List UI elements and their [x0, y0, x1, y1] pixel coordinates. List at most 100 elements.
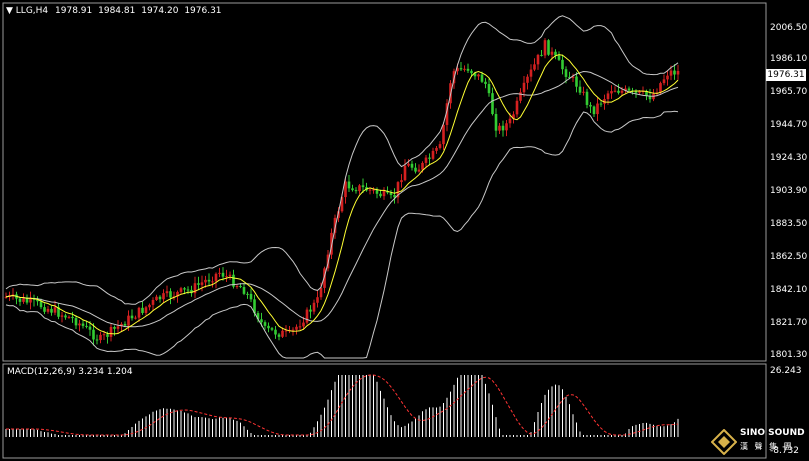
- macd-indicator-label[interactable]: MACD(12,26,9) 3.234 1.204: [7, 367, 133, 377]
- candlestick: [585, 88, 589, 109]
- candlestick: [466, 63, 470, 74]
- candlestick: [64, 313, 67, 320]
- candlestick: [575, 72, 578, 93]
- candlestick: [347, 174, 351, 193]
- candlestick: [529, 64, 533, 82]
- price-tick: 1883.50: [770, 219, 808, 229]
- price-plot[interactable]: [4, 15, 680, 359]
- candlestick: [277, 332, 281, 341]
- candlestick: [543, 38, 547, 59]
- candlestick: [274, 325, 277, 339]
- candlestick: [305, 307, 309, 325]
- candlestick: [109, 323, 113, 342]
- candlestick: [148, 303, 151, 311]
- candlestick: [22, 293, 25, 304]
- candlestick: [242, 282, 246, 296]
- candlestick: [151, 297, 155, 311]
- candlestick: [536, 53, 540, 70]
- candlestick: [218, 267, 221, 278]
- candlestick: [410, 160, 414, 171]
- candlestick: [424, 155, 428, 167]
- candlestick: [193, 276, 197, 299]
- candlestick: [197, 276, 200, 290]
- candlestick: [610, 85, 613, 99]
- price-tick: 1801.30: [770, 350, 808, 360]
- candlestick: [74, 315, 78, 329]
- candlestick: [141, 301, 144, 315]
- candlestick: [155, 294, 158, 301]
- candlestick: [246, 291, 249, 299]
- candlestick: [641, 86, 645, 95]
- candlestick: [463, 65, 466, 72]
- candlestick: [487, 78, 491, 97]
- price-tick: 1903.90: [770, 186, 808, 196]
- chart-frame: [2, 2, 767, 459]
- candlestick: [288, 325, 291, 334]
- candlestick: [589, 102, 592, 114]
- candlestick: [4, 292, 8, 299]
- candlestick: [599, 101, 603, 107]
- candlestick: [459, 61, 463, 71]
- candlestick: [519, 88, 522, 104]
- candlestick: [652, 88, 655, 102]
- candlestick: [298, 319, 302, 331]
- low-value: 1974.20: [141, 6, 179, 16]
- macd-plot[interactable]: [5, 374, 679, 437]
- candlestick: [662, 74, 666, 86]
- high-value: 1984.81: [98, 6, 136, 16]
- candlestick: [382, 187, 386, 200]
- candlestick: [557, 51, 561, 62]
- candlestick: [270, 327, 274, 332]
- symbol-label: LLG,H4: [15, 6, 49, 16]
- candlestick: [36, 296, 39, 306]
- candlestick: [582, 86, 585, 96]
- logo-name: SINO SOUND: [740, 428, 805, 438]
- candlestick: [578, 80, 582, 96]
- price-tick: 1965.70: [770, 87, 808, 97]
- candlestick: [533, 58, 536, 72]
- candlestick: [172, 291, 176, 301]
- candlestick: [372, 187, 375, 194]
- candlestick: [67, 315, 71, 319]
- price-tick: 1821.70: [770, 318, 808, 328]
- candlestick: [414, 163, 417, 174]
- price-tick: 1944.70: [770, 120, 808, 130]
- candlestick: [158, 295, 162, 303]
- candlestick: [358, 184, 361, 195]
- candlestick: [43, 303, 46, 315]
- candlestick: [498, 122, 501, 134]
- candlestick: [95, 334, 99, 345]
- bollinger-lower-line: [5, 110, 679, 359]
- candlestick: [29, 291, 32, 310]
- candlestick: [295, 324, 298, 335]
- candlestick: [438, 141, 442, 150]
- candlestick: [624, 85, 627, 94]
- candlestick: [613, 86, 617, 93]
- candlestick: [207, 273, 211, 286]
- candlestick: [169, 288, 172, 305]
- candlestick: [116, 320, 120, 334]
- candlestick: [666, 70, 669, 86]
- candlestick: [11, 288, 15, 300]
- candlestick: [211, 276, 214, 288]
- candlestick: [386, 186, 389, 195]
- symbol-dropdown[interactable]: ▼ LLG,H4 1978.91 1984.81 1974.20 1976.31: [6, 6, 222, 16]
- candlestick: [46, 305, 50, 314]
- price-tick: 2006.50: [770, 23, 808, 33]
- candlestick: [400, 174, 403, 188]
- candlestick: [32, 294, 36, 307]
- diamond-logo-icon: [711, 429, 737, 455]
- dropdown-triangle-icon[interactable]: ▼: [6, 6, 13, 16]
- candlestick: [78, 319, 81, 332]
- candlestick: [501, 120, 505, 137]
- price-tick: 1842.10: [770, 285, 808, 295]
- candlestick: [81, 319, 85, 329]
- logo-chinese: 漢 聲 集 團: [740, 442, 794, 451]
- candlestick: [561, 54, 564, 75]
- candlestick: [312, 299, 316, 315]
- price-tick: 1862.50: [770, 252, 808, 262]
- macd-axis-top: 26.243: [770, 366, 802, 376]
- close-value: 1976.31: [184, 6, 222, 16]
- candlestick: [130, 309, 134, 321]
- candlestick: [354, 187, 358, 194]
